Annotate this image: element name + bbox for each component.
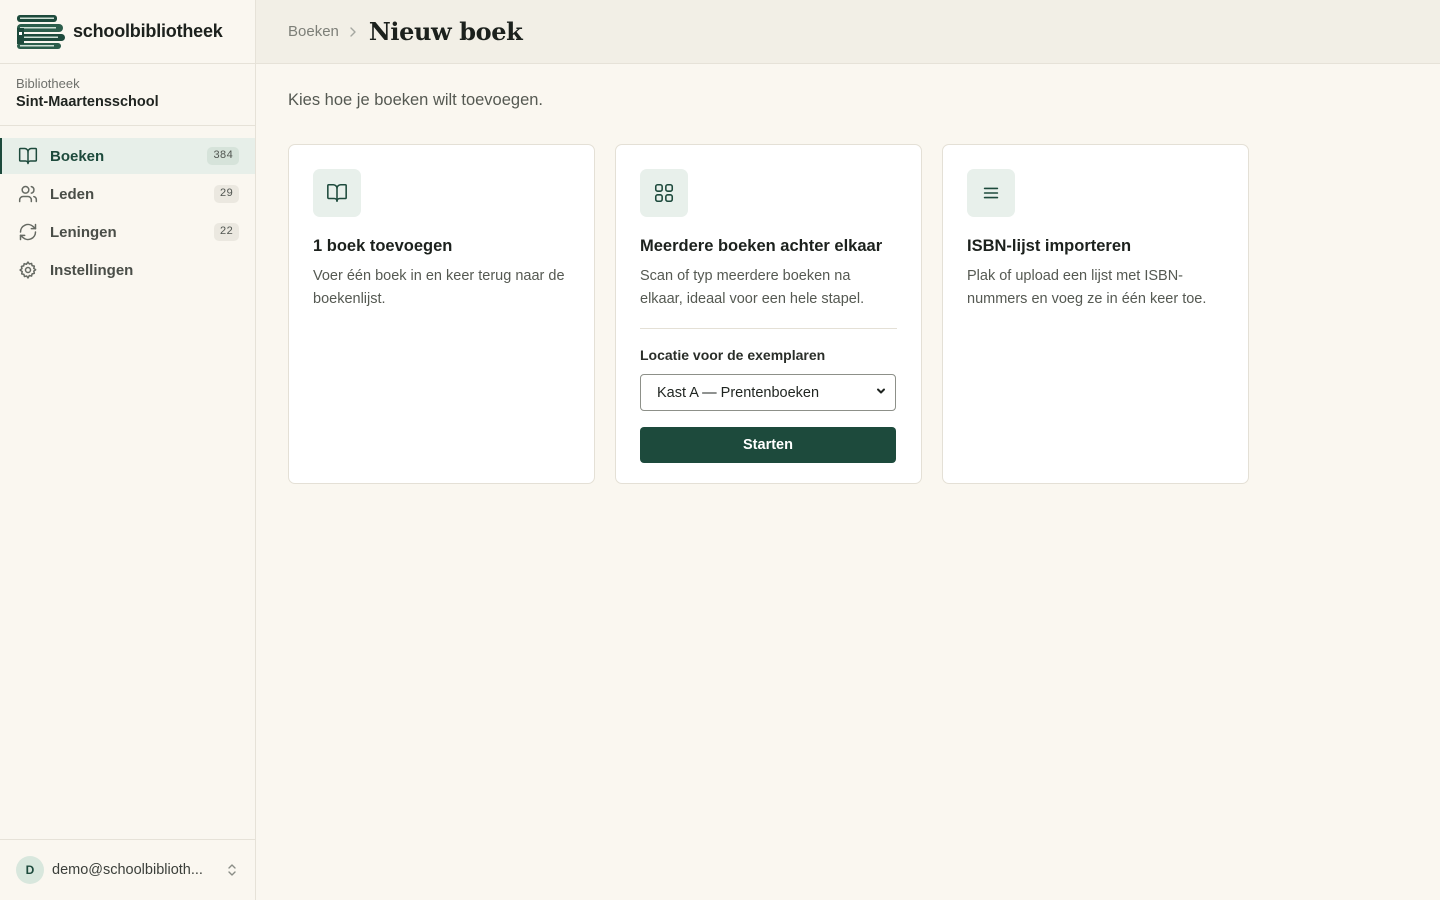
card-description: Plak of upload een lijst met ISBN-nummer… xyxy=(967,268,1207,307)
sidebar-item-instellingen[interactable]: Instellingen xyxy=(0,252,255,288)
location-select[interactable]: Kast A — Prentenboeken xyxy=(640,374,896,411)
grid-icon xyxy=(640,169,688,217)
sidebar: schoolbibliotheek Bibliotheek Sint-Maart… xyxy=(0,0,256,900)
card-title: Meerdere boeken achter elkaar xyxy=(640,237,883,255)
count-badge: 29 xyxy=(213,185,239,203)
card-isbn-import[interactable]: ISBN-lijst importeren Plak of upload een… xyxy=(942,144,1249,484)
card-title: 1 boek toevoegen xyxy=(313,237,453,255)
sidebar-item-boeken[interactable]: Boeken 384 xyxy=(0,138,255,174)
users-icon xyxy=(18,184,38,204)
divider xyxy=(640,328,897,329)
library-label: Bibliotheek xyxy=(16,76,80,91)
gear-icon xyxy=(18,260,38,280)
book-open-icon xyxy=(18,146,38,166)
sidebar-item-leningen[interactable]: Leningen 22 xyxy=(0,214,255,250)
card-multiple-books: Meerdere boeken achter elkaar Scan of ty… xyxy=(615,144,922,484)
brand-name: schoolbibliotheek xyxy=(73,21,223,41)
breadcrumb-boeken[interactable]: Boeken xyxy=(288,23,339,40)
refresh-icon xyxy=(18,222,38,242)
brand[interactable]: schoolbibliotheek xyxy=(0,0,255,64)
list-icon xyxy=(967,169,1015,217)
library-info: Bibliotheek Sint-Maartensschool xyxy=(0,64,255,126)
card-title: ISBN-lijst importeren xyxy=(967,237,1132,255)
book-open-icon xyxy=(313,169,361,217)
intro-text: Kies hoe je boeken wilt toevoegen. xyxy=(288,91,544,109)
location-select-value: Kast A — Prentenboeken xyxy=(657,384,820,401)
page-header: Boeken Nieuw boek xyxy=(256,0,1440,64)
chevron-up-down-icon xyxy=(225,863,239,877)
card-description: Voer één boek in en keer terug naar de b… xyxy=(313,268,565,307)
avatar: D xyxy=(16,856,44,884)
location-label: Locatie voor de exemplaren xyxy=(640,347,826,363)
main-content: Kies hoe je boeken wilt toevoegen. 1 boe… xyxy=(256,64,1440,900)
sidebar-item-label: Leningen xyxy=(50,223,117,241)
logo-icon xyxy=(17,14,65,49)
sidebar-nav: Boeken 384 Leden 29 Leningen 22 Instelli… xyxy=(0,126,255,288)
chevron-down-icon xyxy=(875,384,887,402)
sidebar-item-label: Boeken xyxy=(50,147,105,165)
sidebar-item-label: Leden xyxy=(50,185,95,203)
page-title: Nieuw boek xyxy=(368,17,523,46)
count-badge: 384 xyxy=(207,147,239,165)
start-button[interactable]: Starten xyxy=(640,427,896,463)
option-cards: 1 boek toevoegen Voer één boek in en kee… xyxy=(288,144,1408,484)
user-menu[interactable]: D demo@schoolbiblioth... xyxy=(0,839,255,900)
sidebar-item-leden[interactable]: Leden 29 xyxy=(0,176,255,212)
card-single-book[interactable]: 1 boek toevoegen Voer één boek in en kee… xyxy=(288,144,595,484)
sidebar-item-label: Instellingen xyxy=(50,261,134,279)
user-email: demo@schoolbiblioth... xyxy=(52,862,203,878)
library-name: Sint-Maartensschool xyxy=(16,94,159,110)
chevron-right-icon xyxy=(349,26,359,37)
card-description: Scan of typ meerdere boeken na elkaar, i… xyxy=(640,268,865,307)
count-badge: 22 xyxy=(213,223,239,241)
